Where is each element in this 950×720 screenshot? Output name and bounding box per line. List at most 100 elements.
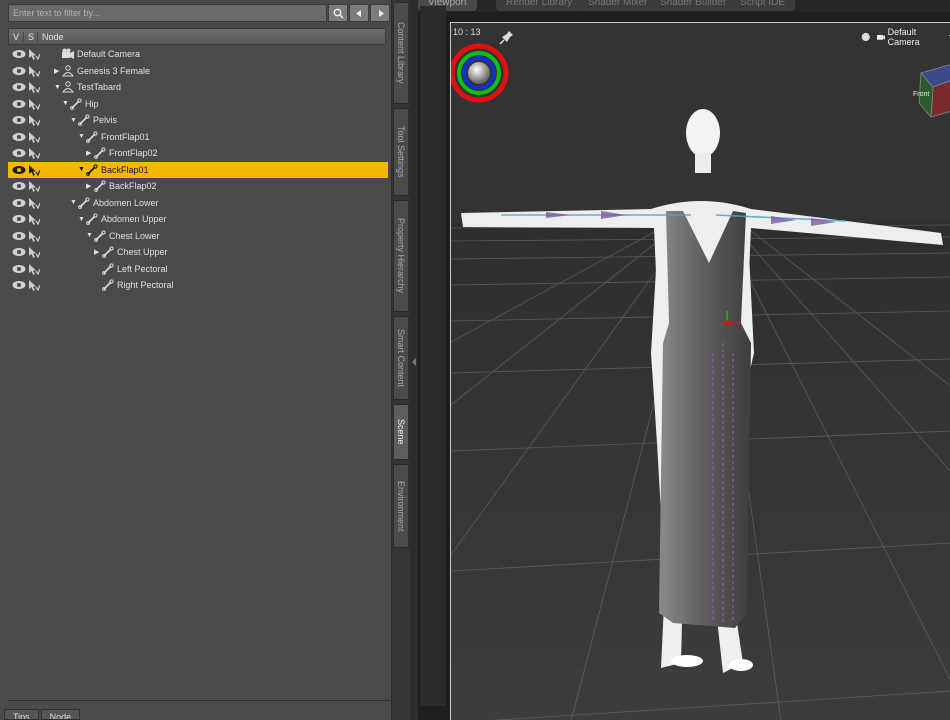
bone-icon	[102, 279, 114, 292]
tree-node-label: Abdomen Upper	[101, 214, 167, 225]
viewport-tab[interactable]: Shader Mixer	[578, 0, 658, 11]
bone-icon	[86, 164, 98, 176]
pane-divider[interactable]	[8, 700, 390, 706]
selectable-cursor-icon[interactable]	[28, 98, 41, 111]
render-sphere-icon	[861, 32, 870, 42]
visibility-eye-icon[interactable]	[12, 49, 26, 59]
tree-row[interactable]: ▼ Hip	[8, 96, 388, 113]
visibility-eye-icon[interactable]	[12, 99, 26, 109]
viewport-tab[interactable]: Script IDE	[730, 0, 796, 11]
selectable-cursor-icon[interactable]	[28, 197, 41, 210]
expand-arrow-right-icon[interactable]: ▶	[94, 248, 102, 256]
side-tab[interactable]: Content Library	[393, 2, 409, 104]
visibility-eye-icon[interactable]	[12, 115, 26, 125]
pane-options-button[interactable]	[370, 4, 390, 22]
tree-node-label: BackFlap02	[109, 181, 157, 192]
visibility-eye-icon[interactable]	[12, 82, 26, 92]
bone-icon	[94, 230, 106, 242]
selectable-cursor-icon[interactable]	[28, 181, 41, 193]
tree-row[interactable]: ▶ FrontFlap02	[8, 145, 388, 162]
camera-selector[interactable]: Default Camera	[861, 27, 950, 47]
selectable-cursor-icon[interactable]	[28, 214, 41, 226]
selectable-cursor-icon[interactable]	[28, 148, 41, 160]
column-visible[interactable]: V	[9, 32, 23, 42]
visibility-eye-icon[interactable]	[12, 214, 26, 224]
expand-arrow-down-icon[interactable]: ▼	[86, 232, 94, 239]
search-button[interactable]	[328, 4, 349, 22]
expand-arrow-down-icon[interactable]: ▼	[70, 199, 78, 206]
selectable-cursor-icon[interactable]	[28, 247, 41, 259]
side-tab[interactable]: Property Hierarchy	[393, 200, 409, 312]
tree-node-label: Genesis 3 Female	[77, 65, 151, 76]
tree-row[interactable]: ▼ FrontFlap01	[8, 129, 388, 146]
expand-arrow-down-icon[interactable]: ▼	[78, 166, 86, 173]
camera-node-icon	[62, 48, 74, 60]
viewport-tab[interactable]: Render Library	[496, 0, 583, 11]
visibility-eye-icon[interactable]	[12, 148, 26, 158]
arrow-right-icon	[378, 9, 384, 17]
tree-row[interactable]: Left Pectoral	[8, 261, 388, 278]
bottom-tab[interactable]: Node	[40, 709, 81, 720]
side-tab[interactable]: Environment	[393, 464, 409, 548]
bone-icon	[86, 131, 98, 143]
tree-node-label: Right Pectoral	[117, 280, 174, 291]
selectable-cursor-icon[interactable]	[28, 131, 41, 144]
selectable-cursor-icon[interactable]	[28, 230, 41, 243]
arrow-left-icon	[355, 9, 361, 17]
visibility-eye-icon[interactable]	[12, 247, 26, 257]
bottom-tab[interactable]: Tips	[4, 709, 39, 720]
tree-row[interactable]: ▼ TestTabard	[8, 79, 388, 96]
selectable-cursor-icon[interactable]	[28, 65, 41, 78]
bone-icon	[86, 213, 98, 226]
scene-render	[451, 23, 950, 720]
tree-row[interactable]: Default Camera	[8, 46, 388, 63]
tree-row[interactable]: ▶ Chest Upper	[8, 244, 388, 261]
tree-row[interactable]: ▶ Genesis 3 Female	[8, 63, 388, 80]
tree-row[interactable]: ▼ BackFlap01	[8, 161, 388, 178]
selectable-cursor-icon[interactable]	[28, 164, 41, 177]
expand-arrow-right-icon[interactable]: ▶	[86, 149, 94, 157]
side-tab[interactable]: Tool Settings	[393, 108, 409, 196]
visibility-eye-icon[interactable]	[12, 264, 26, 274]
selectable-cursor-icon[interactable]	[28, 49, 41, 61]
splitter-handle[interactable]	[410, 0, 418, 720]
figure-node-icon	[62, 65, 74, 77]
filter-input[interactable]	[8, 4, 328, 22]
expand-arrow-right-icon[interactable]: ▶	[86, 182, 94, 190]
selectable-cursor-icon[interactable]	[28, 82, 41, 94]
expand-arrow-down-icon[interactable]: ▼	[70, 117, 78, 124]
menu-arrow-button[interactable]	[349, 4, 370, 22]
selectable-cursor-icon[interactable]	[28, 263, 41, 276]
tree-node-label: Chest Lower	[109, 230, 160, 241]
column-selectable[interactable]: S	[23, 31, 37, 42]
tree-row[interactable]: ▼ Abdomen Lower	[8, 195, 388, 212]
expand-arrow-down-icon[interactable]: ▼	[78, 133, 86, 140]
expand-arrow-down-icon[interactable]: ▼	[62, 100, 70, 107]
visibility-eye-icon[interactable]	[12, 66, 26, 76]
visibility-eye-icon[interactable]	[12, 165, 26, 175]
expand-arrow-down-icon[interactable]: ▼	[54, 84, 62, 91]
viewport-tab[interactable]: Shader Builder	[650, 0, 737, 11]
bone-icon	[102, 246, 114, 259]
tree-row[interactable]: Right Pectoral	[8, 277, 388, 294]
view-cube-face-label: Front	[913, 91, 930, 98]
column-node[interactable]: Node	[37, 31, 68, 42]
tree-row[interactable]: ▼ Pelvis	[8, 112, 388, 129]
side-tab[interactable]: Smart Content	[393, 316, 409, 400]
visibility-eye-icon[interactable]	[12, 132, 26, 142]
tree-row[interactable]: ▶ BackFlap02	[8, 178, 388, 195]
visibility-eye-icon[interactable]	[12, 280, 26, 290]
selectable-cursor-icon[interactable]	[28, 280, 41, 292]
visibility-eye-icon[interactable]	[12, 231, 26, 241]
tree-row[interactable]: ▼ Chest Lower	[8, 228, 388, 245]
3d-viewport[interactable]: 10 : 13 Default Camera Front	[450, 22, 950, 720]
tree-node-label: FrontFlap02	[109, 148, 158, 159]
selectable-cursor-icon[interactable]	[28, 115, 41, 127]
pin-icon[interactable]	[499, 29, 515, 45]
visibility-eye-icon[interactable]	[12, 198, 26, 208]
tree-row[interactable]: ▼ Abdomen Upper	[8, 211, 388, 228]
side-tab[interactable]: Scene	[393, 404, 409, 460]
expand-arrow-down-icon[interactable]: ▼	[78, 216, 86, 223]
visibility-eye-icon[interactable]	[12, 181, 26, 191]
expand-arrow-right-icon[interactable]: ▶	[54, 67, 62, 75]
